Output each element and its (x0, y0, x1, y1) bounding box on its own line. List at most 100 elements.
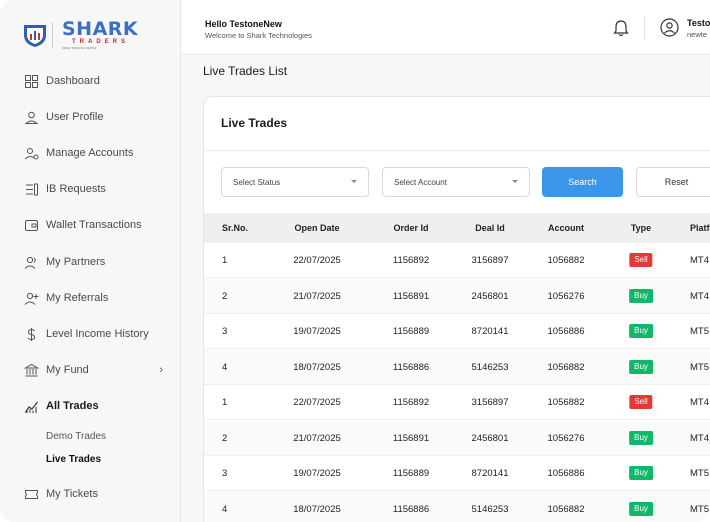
cell-platform: MT5 (690, 468, 709, 479)
cell-platform: MT4 (690, 432, 709, 444)
column-header: Sr.No. (222, 223, 249, 233)
brand-logo[interactable]: SHARK TRADERS MAKE TRADING SIMPLE (22, 20, 138, 50)
cell-date: 19/07/2025 (293, 468, 341, 479)
type-badge: Buy (629, 288, 653, 303)
type-badge: Buy (629, 324, 653, 338)
table-header: Sr.No. Open Date Order Id Deal Id Account Typ… (204, 213, 710, 243)
sidebar-item-label: My Referrals (46, 292, 109, 304)
cell-platform: MT5 (690, 361, 709, 373)
cell-sr: 4 (222, 361, 228, 373)
cell-sr: 2 (222, 290, 228, 302)
sidebar-item-my-referrals[interactable]: My Referrals (24, 288, 169, 308)
sidebar-item-label: Dashboard (46, 75, 100, 87)
cell-deal: 8720141 (471, 468, 509, 479)
cell-sr: 3 (222, 468, 228, 479)
cell-order: 1156886 (392, 503, 430, 515)
cell-date: 21/07/2025 (293, 432, 341, 444)
cell-account: 1056276 (547, 290, 585, 302)
cell-order: 1156892 (392, 255, 430, 266)
header-divider (644, 16, 645, 40)
reset-button[interactable]: Reset (636, 167, 710, 197)
sidebar-item-my-tickets[interactable]: My Tickets (24, 484, 169, 504)
sidebar-item-label: IB Requests (46, 183, 106, 195)
dollar-icon (24, 327, 39, 342)
account-select[interactable]: Select Account (382, 167, 530, 197)
type-badge: Sell (629, 395, 653, 409)
brand-tagline: MAKE TRADING SIMPLE (62, 46, 97, 50)
chart-icon (24, 399, 39, 414)
sidebar-item-dashboard[interactable]: Dashboard (24, 71, 169, 91)
sidebar-item-manage-accounts[interactable]: Manage Accounts (24, 143, 169, 163)
type-badge: Buy (629, 359, 653, 374)
brand-sub: TRADERS (72, 39, 130, 45)
cell-deal: 3156897 (471, 255, 509, 266)
table-row[interactable]: 4 18/07/2025 1156886 5146253 1056882 Buy MT5 (204, 349, 710, 385)
cell-platform: MT5 (690, 503, 709, 515)
sidebar-item-label: Level Income History (46, 328, 149, 340)
cell-platform: MT4 (690, 255, 709, 266)
sidebar-item-ib-requests[interactable]: IB Requests (24, 179, 169, 199)
greeting-text: Hello TestoneNew (205, 19, 282, 29)
cell-deal: 5146253 (471, 361, 509, 373)
logo-divider (52, 22, 53, 48)
sidebar-item-my-partners[interactable]: My Partners (24, 252, 169, 272)
brand-name: SHARK (62, 18, 139, 40)
sidebar-item-label: User Profile (46, 111, 104, 123)
chevron-right-icon: › (159, 364, 163, 376)
type-badge: Buy (629, 430, 653, 445)
cell-deal: 2456801 (471, 290, 509, 302)
table-row[interactable]: 2 21/07/2025 1156891 2456801 1056276 Buy MT4 (204, 420, 710, 456)
bell-icon[interactable] (613, 19, 629, 37)
live-trades-card: Live Trades Select Status Select Account… (203, 96, 710, 522)
cell-date: 18/07/2025 (293, 361, 341, 373)
cell-account: 1056886 (547, 326, 585, 337)
sidebar-subitem-demo-trades[interactable]: Demo Trades (46, 431, 106, 442)
cell-deal: 8720141 (471, 326, 509, 337)
cell-date: 21/07/2025 (293, 290, 341, 302)
type-badge: Buy (629, 466, 653, 480)
sidebar-item-level-income-history[interactable]: Level Income History (24, 324, 169, 344)
sidebar-item-user-profile[interactable]: User Profile (24, 107, 169, 127)
user-icon (24, 110, 39, 125)
cell-order: 1156889 (392, 326, 430, 337)
cell-order: 1156891 (392, 290, 430, 302)
table-row[interactable]: 3 19/07/2025 1156889 8720141 1056886 Buy MT5 (204, 314, 710, 349)
status-select[interactable]: Select Status (221, 167, 369, 197)
sidebar-item-label: My Partners (46, 256, 106, 268)
table-row[interactable]: 2 21/07/2025 1156891 2456801 1056276 Buy MT4 (204, 278, 710, 314)
chevron-down-icon (351, 180, 357, 183)
cell-account: 1056882 (547, 361, 585, 373)
cell-sr: 2 (222, 432, 228, 444)
type-badge: Buy (629, 501, 653, 516)
sidebar-item-all-trades[interactable]: All Trades (24, 396, 169, 416)
table-row[interactable]: 1 22/07/2025 1156892 3156897 1056882 Sell MT4 (204, 385, 710, 420)
greeting-block: Hello TestoneNew Welcome to Shark Techno… (205, 19, 312, 40)
dashboard-icon (24, 74, 39, 89)
sidebar-item-wallet-transactions[interactable]: Wallet Transactions (24, 215, 169, 235)
user-avatar-icon[interactable] (660, 18, 679, 37)
search-button[interactable]: Search (542, 167, 623, 197)
card-title: Live Trades (221, 116, 288, 130)
shark-emblem-icon (24, 25, 46, 47)
brand-wordmark: SHARK TRADERS MAKE TRADING SIMPLE (62, 18, 139, 51)
table-row[interactable]: 3 19/07/2025 1156889 8720141 1056886 Buy MT5 (204, 456, 710, 491)
user-name[interactable]: Testo (687, 18, 710, 28)
cell-account: 1056886 (547, 468, 585, 479)
cell-sr: 3 (222, 326, 228, 337)
cell-sr: 1 (222, 397, 228, 408)
cell-order: 1156889 (392, 468, 430, 479)
cell-date: 18/07/2025 (293, 503, 341, 515)
sidebar-item-label: Wallet Transactions (46, 219, 142, 231)
welcome-text: Welcome to Shark Technologies (205, 31, 312, 40)
cell-date: 19/07/2025 (293, 326, 341, 337)
column-header: Platf (690, 223, 710, 233)
sidebar-item-label: Manage Accounts (46, 147, 134, 159)
cell-date: 22/07/2025 (293, 397, 341, 408)
cell-account: 1056882 (547, 397, 585, 408)
cell-account: 1056882 (547, 503, 585, 515)
column-header: Order Id (393, 223, 429, 233)
table-row[interactable]: 4 18/07/2025 1156886 5146253 1056882 Buy MT5 (204, 491, 710, 522)
sidebar-subitem-live-trades[interactable]: Live Trades (46, 454, 101, 465)
table-row[interactable]: 1 22/07/2025 1156892 3156897 1056882 Sell MT4 (204, 243, 710, 278)
sidebar-item-my-fund[interactable]: My Fund › (24, 360, 169, 380)
